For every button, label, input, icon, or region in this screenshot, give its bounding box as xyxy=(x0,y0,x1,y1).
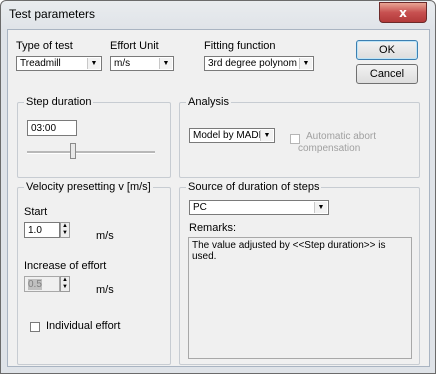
remarks-textbox: The value adjusted by <<Step duration>> … xyxy=(188,237,412,359)
title-bar[interactable]: Test parameters x xyxy=(1,1,435,29)
fitting-function-select[interactable]: 3rd degree polynom ▼ xyxy=(204,56,314,71)
start-unit-label: m/s xyxy=(96,230,114,242)
fitting-function-label: Fitting function xyxy=(204,40,276,52)
start-label: Start xyxy=(24,206,48,218)
arrow-down-icon[interactable]: ▼ xyxy=(61,284,69,291)
close-icon: x xyxy=(399,5,407,20)
dialog-client-area: Type of test Treadmill ▼ Effort Unit m/s… xyxy=(7,29,430,367)
chevron-down-icon[interactable]: ▼ xyxy=(299,58,312,69)
step-duration-value: 03:00 xyxy=(31,123,57,134)
individual-effort-checkbox[interactable] xyxy=(30,322,40,332)
arrow-up-icon[interactable]: ▲ xyxy=(61,277,69,284)
type-of-test-select[interactable]: Treadmill ▼ xyxy=(16,56,102,71)
close-button[interactable]: x xyxy=(379,2,427,23)
compensation-label: compensation xyxy=(298,143,361,154)
step-duration-input[interactable]: 03:00 xyxy=(27,120,77,136)
effort-unit-select[interactable]: m/s ▼ xyxy=(110,56,174,71)
step-duration-group: Step duration 03:00 xyxy=(17,96,171,178)
chevron-down-icon[interactable]: ▼ xyxy=(314,202,327,213)
test-parameters-dialog: Test parameters x Type of test Treadmill… xyxy=(0,0,436,374)
step-duration-slider-track[interactable] xyxy=(27,151,155,154)
type-of-test-value: Treadmill xyxy=(20,58,61,69)
cancel-button[interactable]: Cancel xyxy=(356,64,418,84)
source-of-duration-select[interactable]: PC ▼ xyxy=(189,200,329,215)
effort-unit-value: m/s xyxy=(114,58,131,69)
source-of-duration-value: PC xyxy=(193,202,207,213)
type-of-test-label: Type of test xyxy=(16,40,73,52)
start-spinner[interactable]: ▲ ▼ xyxy=(60,222,70,238)
window-title: Test parameters xyxy=(9,7,96,21)
start-value: 1.0 xyxy=(28,225,42,236)
ok-button[interactable]: OK xyxy=(356,40,418,60)
step-duration-legend: Step duration xyxy=(24,96,94,108)
fitting-function-value: 3rd degree polynom xyxy=(208,58,297,69)
increase-unit-label: m/s xyxy=(96,284,114,296)
increase-of-effort-value: 0.5 xyxy=(28,279,42,290)
source-of-duration-group: Source of duration of steps PC ▼ Remarks… xyxy=(179,181,420,365)
arrow-up-icon[interactable]: ▲ xyxy=(61,223,69,230)
remarks-text: The value adjusted by <<Step duration>> … xyxy=(192,240,386,262)
analysis-model-select[interactable]: Model by MADER ▼ xyxy=(189,128,275,143)
automatic-abort-label: Automatic abort xyxy=(306,131,377,142)
step-duration-slider-thumb[interactable] xyxy=(69,143,76,159)
analysis-legend: Analysis xyxy=(186,96,231,108)
chevron-down-icon[interactable]: ▼ xyxy=(260,130,273,141)
start-input[interactable]: 1.0 xyxy=(24,222,60,238)
analysis-group: Analysis Model by MADER ▼ Automatic abor… xyxy=(179,96,420,178)
increase-of-effort-input[interactable]: 0.5 xyxy=(24,276,60,292)
chevron-down-icon[interactable]: ▼ xyxy=(159,58,172,69)
velocity-presetting-group: Velocity presetting v [m/s] Start 1.0 ▲ … xyxy=(17,181,171,365)
remarks-label: Remarks: xyxy=(189,222,237,234)
increase-of-effort-spinner[interactable]: ▲ ▼ xyxy=(60,276,70,292)
source-of-duration-legend: Source of duration of steps xyxy=(186,181,322,193)
velocity-presetting-legend: Velocity presetting v [m/s] xyxy=(24,181,153,193)
arrow-down-icon[interactable]: ▼ xyxy=(61,230,69,237)
effort-unit-label: Effort Unit xyxy=(110,40,159,52)
increase-of-effort-label: Increase of effort xyxy=(24,260,107,272)
individual-effort-label: Individual effort xyxy=(46,320,121,332)
chevron-down-icon[interactable]: ▼ xyxy=(87,58,100,69)
